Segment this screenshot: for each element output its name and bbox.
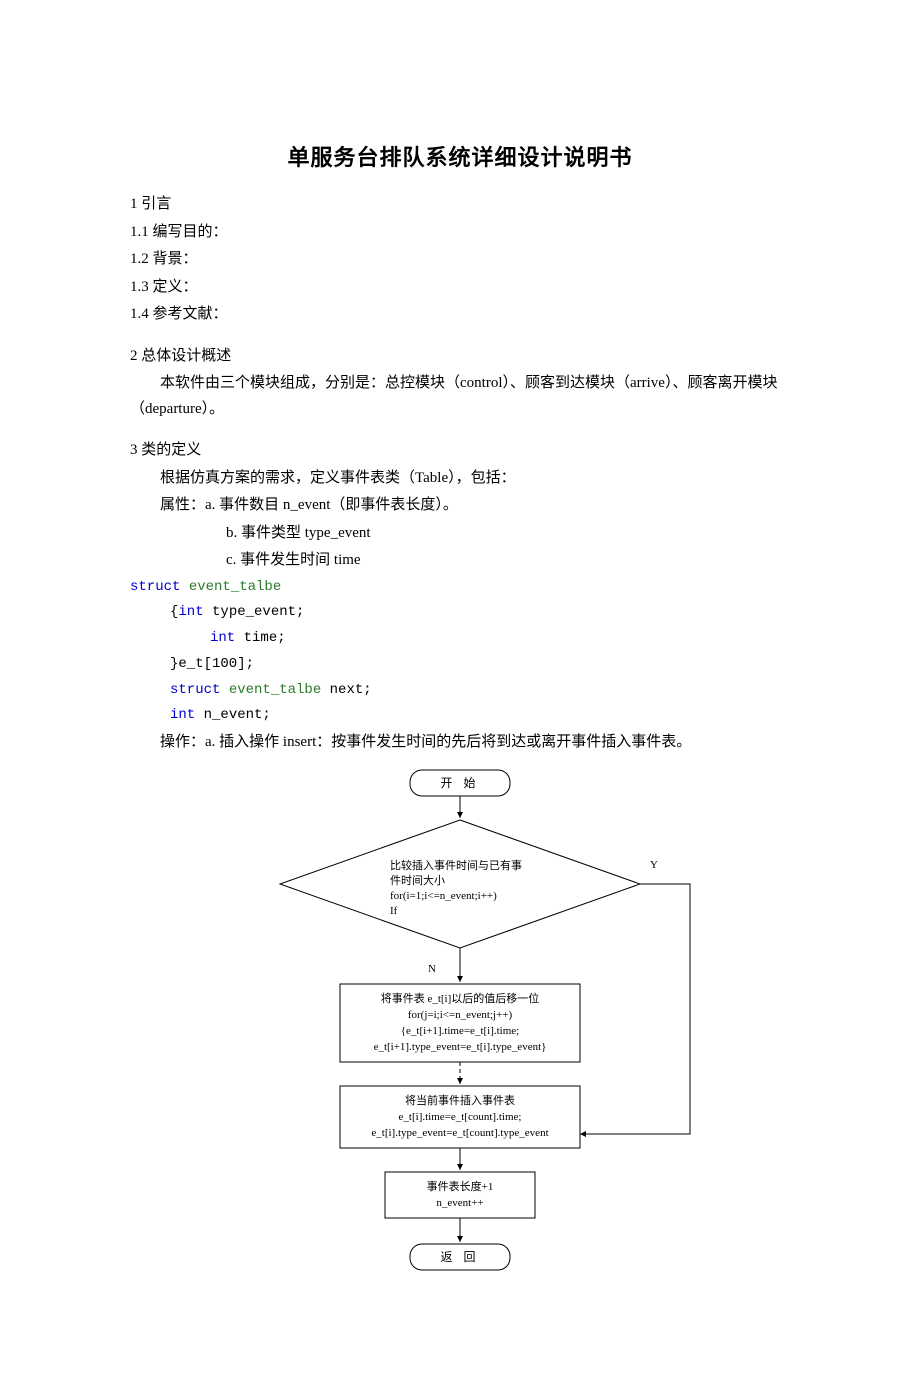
box1-l4: e_t[i+1].type_event=e_t[i].type_event}	[374, 1041, 547, 1053]
sec3-attr-a: 属性：a. 事件数目 n_event（即事件表长度）。	[130, 493, 790, 519]
sec1-2: 1.2 背景：	[130, 247, 790, 273]
sec3-attr-b: b. 事件类型 type_event	[130, 521, 790, 547]
document-page: 单服务台排队系统详细设计说明书 1 引言 1.1 编写目的： 1.2 背景： 1…	[0, 0, 920, 1384]
decl-array: }e_t[100];	[130, 653, 790, 677]
type-name2: event_talbe	[220, 682, 321, 698]
decision-node	[280, 820, 640, 948]
box1-l1: 将事件表 e_t[i]以后的值后移一位	[381, 991, 540, 1005]
sec2-body: 本软件由三个模块组成，分别是：总控模块（control）、顾客到达模块（arri…	[130, 371, 790, 422]
kw-struct2: struct	[170, 682, 220, 698]
kw-struct: struct	[130, 579, 180, 595]
decl-n-event: n_event;	[195, 707, 271, 723]
decision-l3: for(i=1;i<=n_event;i++)	[390, 890, 497, 902]
kw-int3: int	[170, 707, 195, 723]
decision-l2: 件时间大小	[390, 873, 445, 887]
sec3-attr-c: c. 事件发生时间 time	[130, 548, 790, 574]
sec1-heading: 1 引言	[130, 192, 790, 218]
kw-int: int	[178, 604, 203, 620]
section-1: 1 引言 1.1 编写目的： 1.2 背景： 1.3 定义： 1.4 参考文献：	[130, 192, 790, 328]
yes-path	[580, 884, 690, 1134]
section-2: 2 总体设计概述 本软件由三个模块组成，分别是：总控模块（control）、顾客…	[130, 344, 790, 423]
sec1-1: 1.1 编写目的：	[130, 220, 790, 246]
box2-l3: e_t[i].type_event=e_t[count].type_event	[371, 1127, 548, 1139]
box3-l1: 事件表长度+1	[427, 1179, 494, 1193]
box1-l2: for(j=i;i<=n_event;j++)	[408, 1009, 513, 1021]
sec1-3: 1.3 定义：	[130, 275, 790, 301]
sec1-4: 1.4 参考文献：	[130, 302, 790, 328]
start-label: 开 始	[440, 776, 479, 790]
type-name: event_talbe	[180, 579, 281, 595]
decl-next: next;	[321, 682, 371, 698]
end-label: 返 回	[440, 1250, 479, 1264]
decision-l4: If	[390, 905, 398, 917]
box3-l2: n_event++	[436, 1197, 483, 1209]
sec3-p1: 根据仿真方案的需求，定义事件表类（Table），包括：	[130, 466, 790, 492]
decision-l1: 比较插入事件时间与已有事	[390, 858, 522, 872]
section-3: 3 类的定义 根据仿真方案的需求，定义事件表类（Table），包括： 属性：a.…	[130, 438, 790, 756]
box2-l1: 将当前事件插入事件表	[405, 1093, 515, 1107]
process-3	[385, 1172, 535, 1218]
box2-l2: e_t[i].time=e_t[count].time;	[399, 1111, 522, 1123]
no-label: N	[428, 963, 436, 975]
flowchart: 开 始 比较插入事件时间与已有事 件时间大小 for(i=1;i<=n_even…	[130, 764, 790, 1324]
sec3-op: 操作：a. 插入操作 insert：按事件发生时间的先后将到达或离开事件插入事件…	[130, 730, 790, 756]
decl-type-event: type_event;	[204, 604, 305, 620]
flowchart-svg: 开 始 比较插入事件时间与已有事 件时间大小 for(i=1;i<=n_even…	[210, 764, 710, 1324]
kw-int2: int	[210, 630, 235, 646]
decl-time: time;	[235, 630, 285, 646]
yes-label: Y	[650, 859, 658, 871]
sec3-heading: 3 类的定义	[130, 438, 790, 464]
box1-l3: {e_t[i+1].time=e_t[i].time;	[401, 1025, 520, 1037]
code-block: struct event_talbe {int type_event; int …	[130, 576, 790, 729]
page-title: 单服务台排队系统详细设计说明书	[130, 140, 790, 172]
sec2-heading: 2 总体设计概述	[130, 344, 790, 370]
